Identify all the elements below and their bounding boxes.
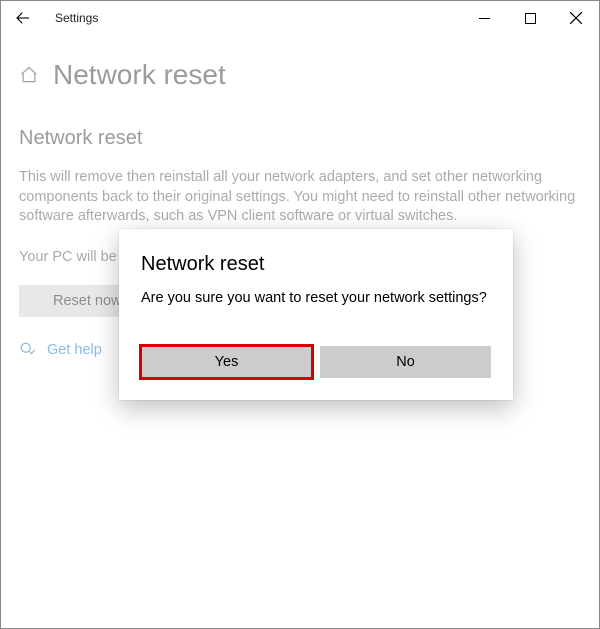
- section-heading: Network reset: [19, 127, 581, 150]
- dialog-buttons: Yes No: [141, 346, 491, 378]
- window-controls: [461, 2, 599, 34]
- close-icon: [570, 12, 582, 24]
- page-header: Network reset: [19, 59, 581, 91]
- back-arrow-icon: [14, 9, 32, 27]
- dialog-title: Network reset: [141, 253, 491, 276]
- minimize-icon: [479, 13, 490, 24]
- confirm-dialog: Network reset Are you sure you want to r…: [119, 229, 513, 400]
- help-icon: [19, 341, 37, 359]
- titlebar: Settings: [1, 1, 599, 35]
- yes-button[interactable]: Yes: [141, 346, 312, 378]
- close-button[interactable]: [553, 2, 599, 34]
- page-title: Network reset: [53, 59, 226, 91]
- home-icon[interactable]: [19, 65, 39, 85]
- maximize-button[interactable]: [507, 2, 553, 34]
- back-button[interactable]: [9, 4, 37, 32]
- dialog-message: Are you sure you want to reset your netw…: [141, 290, 491, 306]
- window-title: Settings: [55, 11, 98, 25]
- no-button[interactable]: No: [320, 346, 491, 378]
- titlebar-left: Settings: [9, 4, 98, 32]
- get-help-link[interactable]: Get help: [47, 342, 102, 358]
- maximize-icon: [525, 13, 536, 24]
- description-text: This will remove then reinstall all your…: [19, 168, 579, 227]
- minimize-button[interactable]: [461, 2, 507, 34]
